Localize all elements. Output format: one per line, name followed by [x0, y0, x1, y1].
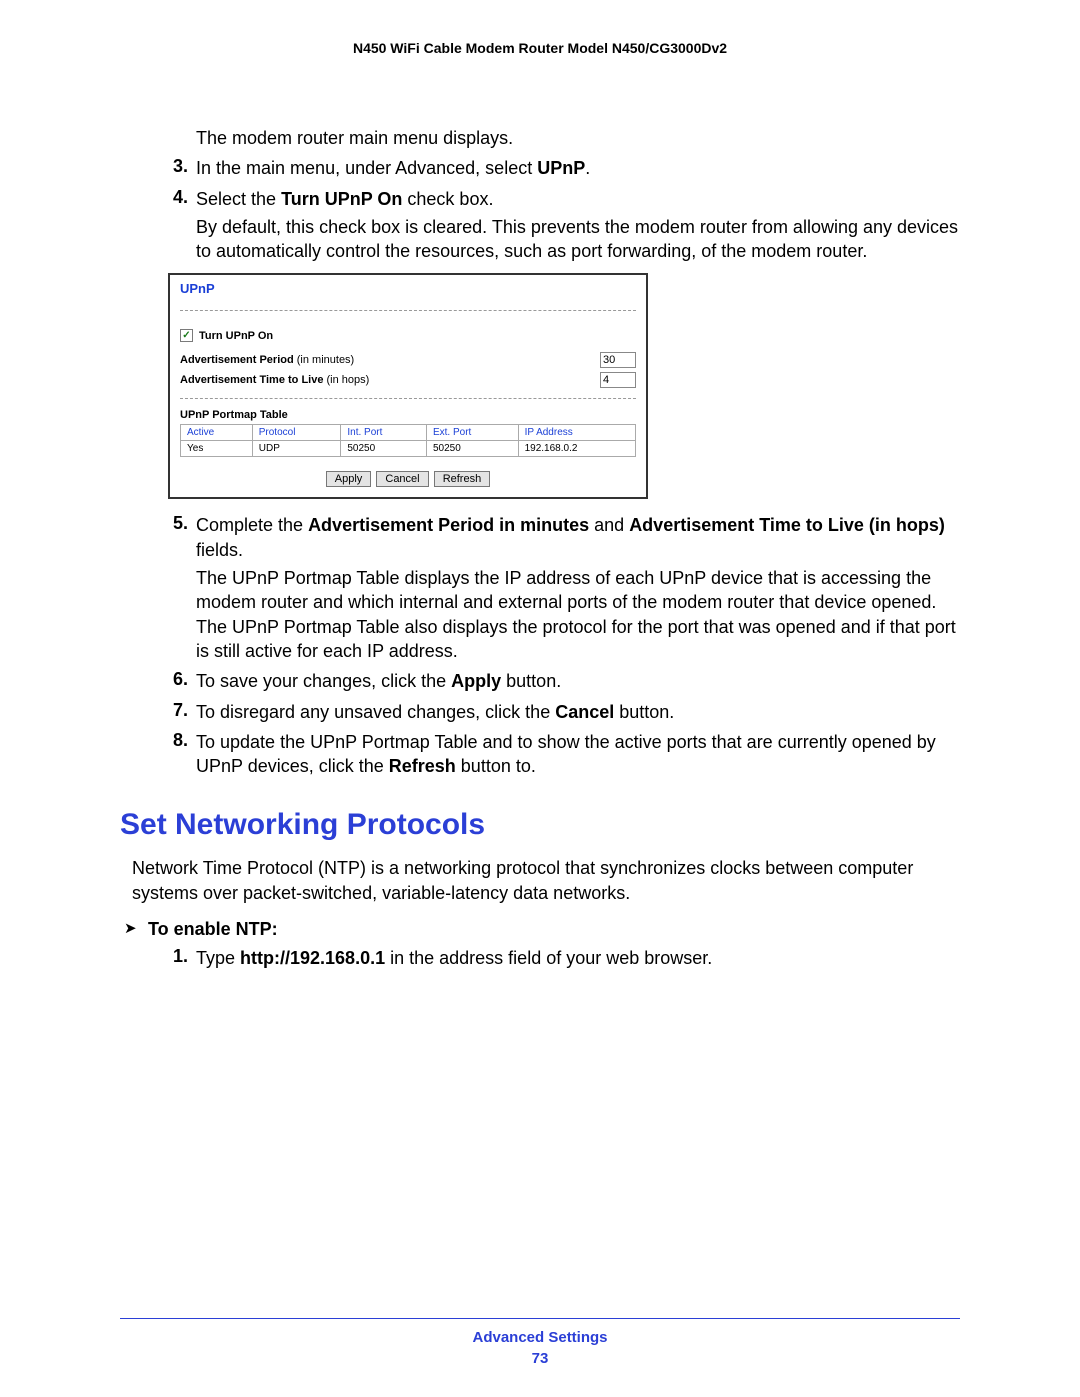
portmap-h-ip: IP Address	[518, 425, 635, 441]
step-6-num: 6.	[168, 669, 196, 693]
portmap-h-protocol: Protocol	[252, 425, 341, 441]
adv-ttl-label-rest: (in hops)	[323, 374, 369, 386]
step-7-part-b: Cancel	[555, 702, 614, 722]
adv-period-label: Advertisement Period (in minutes)	[180, 354, 354, 366]
step-3: 3. In the main menu, under Advanced, sel…	[168, 156, 960, 180]
upnp-panel: UPnP ✓ Turn UPnP On Advertisement Period…	[168, 273, 648, 499]
step-7: 7. To disregard any unsaved changes, cli…	[168, 700, 960, 724]
step-4-continuation: By default, this check box is cleared. T…	[196, 215, 960, 264]
step-7-text: To disregard any unsaved changes, click …	[196, 700, 960, 724]
step-7-part-a: To disregard any unsaved changes, click …	[196, 702, 555, 722]
step-3-num: 3.	[168, 156, 196, 180]
intro-continuation: The modem router main menu displays.	[196, 126, 960, 150]
footer-section-title: Advanced Settings	[120, 1329, 960, 1346]
portmap-r0-intport: 50250	[341, 441, 427, 457]
upnp-button-row: Apply Cancel Refresh	[180, 471, 636, 487]
portmap-r0-extport: 50250	[426, 441, 518, 457]
step-8-num: 8.	[168, 730, 196, 779]
step-5-part-e: fields.	[196, 540, 243, 560]
ntp-step-1-a: Type	[196, 948, 240, 968]
step-5-part-d: Advertisement Time to Live (in hops)	[629, 515, 945, 535]
upnp-title: UPnP	[180, 281, 636, 311]
adv-period-row: Advertisement Period (in minutes)	[180, 352, 636, 368]
step-5-text: Complete the Advertisement Period in min…	[196, 513, 960, 562]
portmap-r0-active: Yes	[181, 441, 253, 457]
portmap-h-intport: Int. Port	[341, 425, 427, 441]
footer-rule	[120, 1318, 960, 1320]
step-5-part-c: and	[589, 515, 629, 535]
footer-page-number: 73	[120, 1350, 960, 1367]
section-paragraph: Network Time Protocol (NTP) is a network…	[132, 856, 960, 905]
page-footer: Advanced Settings 73	[120, 1318, 960, 1368]
step-8-part-b: Refresh	[389, 756, 456, 776]
step-5: 5. Complete the Advertisement Period in …	[168, 513, 960, 562]
adv-ttl-row: Advertisement Time to Live (in hops)	[180, 372, 636, 388]
step-3-text: In the main menu, under Advanced, select…	[196, 156, 960, 180]
arrow-right-icon: ➤	[124, 919, 148, 937]
portmap-h-extport: Ext. Port	[426, 425, 518, 441]
section-heading: Set Networking Protocols	[120, 808, 960, 842]
refresh-button[interactable]: Refresh	[434, 471, 491, 487]
ntp-step-1-num: 1.	[168, 946, 196, 970]
step-4-part-a: Select the	[196, 189, 281, 209]
step-4: 4. Select the Turn UPnP On check box.	[168, 187, 960, 211]
step-4-part-c: check box.	[402, 189, 493, 209]
task-arrow-row: ➤ To enable NTP:	[124, 919, 960, 940]
apply-button[interactable]: Apply	[326, 471, 372, 487]
step-5-continuation: The UPnP Portmap Table displays the IP a…	[196, 566, 960, 663]
portmap-r0-protocol: UDP	[252, 441, 341, 457]
step-6-part-a: To save your changes, click the	[196, 671, 451, 691]
portmap-h-active: Active	[181, 425, 253, 441]
portmap-row-0: Yes UDP 50250 50250 192.168.0.2	[181, 441, 636, 457]
step-5-part-a: Complete the	[196, 515, 308, 535]
adv-period-label-rest: (in minutes)	[294, 354, 355, 366]
step-8: 8. To update the UPnP Portmap Table and …	[168, 730, 960, 779]
ntp-step-1-b: http://192.168.0.1	[240, 948, 385, 968]
upnp-divider	[180, 398, 636, 399]
portmap-table: Active Protocol Int. Port Ext. Port IP A…	[180, 424, 636, 457]
turn-upnp-on-checkbox[interactable]: ✓	[180, 329, 193, 342]
ntp-step-1-c: in the address field of your web browser…	[385, 948, 712, 968]
portmap-r0-ip: 192.168.0.2	[518, 441, 635, 457]
step-6-part-c: button.	[501, 671, 561, 691]
step-8-part-c: button to.	[456, 756, 536, 776]
portmap-header-row: Active Protocol Int. Port Ext. Port IP A…	[181, 425, 636, 441]
portmap-title: UPnP Portmap Table	[180, 409, 636, 421]
adv-ttl-input[interactable]	[600, 372, 636, 388]
step-3-part-a: In the main menu, under Advanced, select	[196, 158, 537, 178]
step-4-part-b: Turn UPnP On	[281, 189, 402, 209]
ntp-step-1: 1. Type http://192.168.0.1 in the addres…	[168, 946, 960, 970]
step-3-part-b: UPnP	[537, 158, 585, 178]
step-5-num: 5.	[168, 513, 196, 562]
adv-period-input[interactable]	[600, 352, 636, 368]
doc-header-title: N450 WiFi Cable Modem Router Model N450/…	[120, 40, 960, 56]
step-6-part-b: Apply	[451, 671, 501, 691]
cancel-button[interactable]: Cancel	[376, 471, 428, 487]
step-8-text: To update the UPnP Portmap Table and to …	[196, 730, 960, 779]
step-6-text: To save your changes, click the Apply bu…	[196, 669, 960, 693]
turn-upnp-on-label: Turn UPnP On	[199, 330, 273, 342]
step-6: 6. To save your changes, click the Apply…	[168, 669, 960, 693]
turn-upnp-on-row: ✓ Turn UPnP On	[180, 329, 636, 342]
step-5-part-b: Advertisement Period in minutes	[308, 515, 589, 535]
task-title: To enable NTP:	[148, 919, 278, 940]
step-4-text: Select the Turn UPnP On check box.	[196, 187, 960, 211]
adv-ttl-label-bold: Advertisement Time to Live	[180, 374, 323, 386]
step-3-part-c: .	[585, 158, 590, 178]
adv-ttl-label: Advertisement Time to Live (in hops)	[180, 374, 369, 386]
step-8-part-a: To update the UPnP Portmap Table and to …	[196, 732, 936, 776]
step-7-num: 7.	[168, 700, 196, 724]
adv-period-label-bold: Advertisement Period	[180, 354, 294, 366]
step-4-num: 4.	[168, 187, 196, 211]
ntp-step-1-text: Type http://192.168.0.1 in the address f…	[196, 946, 960, 970]
step-7-part-c: button.	[614, 702, 674, 722]
